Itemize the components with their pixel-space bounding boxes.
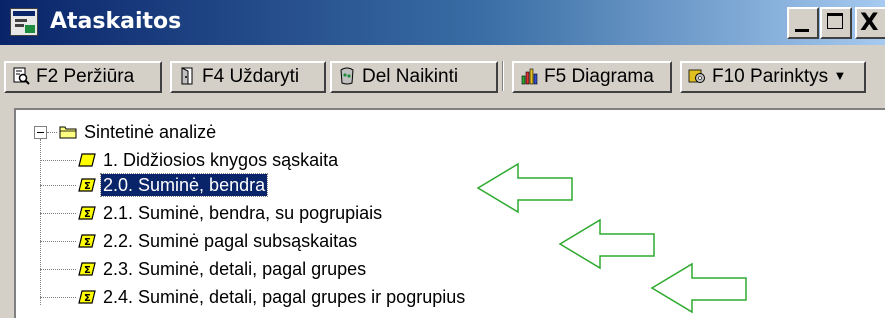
chart-button[interactable]: F5 Diagrama [512, 61, 672, 93]
tree-node-item[interactable]: 2.4. Suminė, detali, pagal grupes ir pog… [101, 286, 467, 308]
delete-button-label: Del Naikinti [362, 66, 459, 87]
tree-connector [40, 213, 76, 214]
folder-icon [59, 126, 77, 139]
svg-text:Σ: Σ [84, 181, 91, 192]
annotation-arrow [558, 218, 655, 270]
report-summary-icon: Σ [78, 262, 96, 276]
collapse-toggle[interactable] [34, 126, 47, 139]
close-report-button[interactable]: F4 Uždaryti [170, 61, 326, 93]
preview-button-label: F2 Peržiūra [36, 66, 135, 87]
chevron-down-icon: ▼ [833, 68, 847, 83]
annotation-arrow [650, 262, 747, 314]
svg-text:Σ: Σ [84, 293, 91, 304]
svg-text:Σ: Σ [84, 265, 91, 276]
maximize-icon [827, 13, 843, 29]
svg-text:Σ: Σ [84, 209, 91, 220]
toolbar: F2 Peržiūra F4 Uždaryti Del Naikinti F5 … [0, 48, 885, 93]
preview-button[interactable]: F2 Peržiūra [4, 61, 162, 93]
options-dropdown-button[interactable]: F10 Parinktys ▼ [680, 61, 866, 93]
tree-connector [40, 160, 76, 161]
tree-node-item-selected[interactable]: 2.0. Suminė, bendra [99, 173, 269, 197]
minimize-button[interactable] [787, 7, 819, 39]
tree-node-item[interactable]: 2.1. Suminė, bendra, su pogrupiais [101, 202, 384, 224]
title-bar[interactable]: Ataskaitos X [0, 0, 885, 45]
window-title: Ataskaitos [50, 9, 182, 34]
report-icon [78, 153, 96, 167]
report-summary-icon: Σ [78, 206, 96, 220]
tree-connector [40, 185, 76, 186]
maximize-button[interactable] [820, 7, 852, 39]
door-icon [181, 67, 193, 85]
report-tree[interactable]: Sintetinė analizė 1. Didžiosios knygos s… [14, 108, 885, 318]
annotation-arrow [476, 162, 573, 214]
tree-node-item[interactable]: 2.3. Suminė, detali, pagal grupes [101, 258, 368, 280]
preview-icon [13, 67, 30, 85]
report-summary-icon: Σ [78, 234, 96, 248]
tree-connector [40, 269, 76, 270]
settings-icon [688, 69, 705, 83]
tree-connector [40, 139, 41, 305]
svg-text:Σ: Σ [84, 237, 91, 248]
minimize-icon [795, 29, 809, 32]
tree-node-item[interactable]: 2.2. Suminė pagal subsąskaitas [101, 230, 359, 252]
options-button-label: F10 Parinktys [712, 66, 829, 87]
delete-icon [340, 67, 354, 85]
chart-button-label: F5 Diagrama [544, 66, 654, 87]
chart-icon [521, 68, 538, 85]
tree-node-item[interactable]: 1. Didžiosios knygos sąskaita [101, 149, 340, 171]
tree-node-root[interactable]: Sintetinė analizė [82, 121, 218, 143]
tree-connector [40, 297, 76, 298]
report-summary-icon: Σ [78, 178, 96, 192]
close-button[interactable]: X [855, 7, 885, 39]
app-icon[interactable] [10, 8, 38, 36]
close-icon: X [860, 8, 879, 36]
tree-connector [47, 132, 57, 133]
delete-button[interactable]: Del Naikinti [330, 61, 498, 93]
tree-connector [40, 241, 76, 242]
report-summary-icon: Σ [78, 290, 96, 304]
toolbar-separator [502, 61, 504, 91]
close-report-button-label: F4 Uždaryti [202, 66, 300, 87]
